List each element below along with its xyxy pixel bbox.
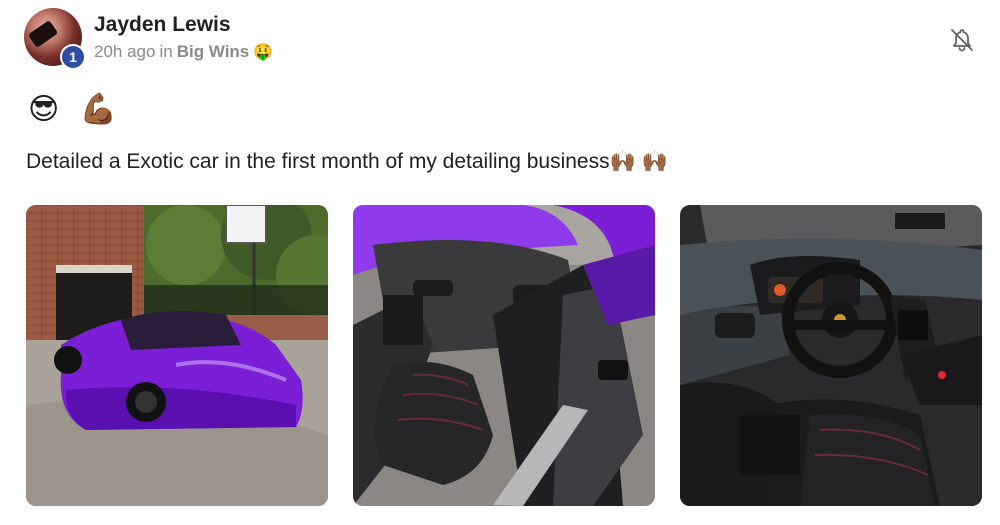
community-link[interactable]: Big Wins — [177, 42, 250, 62]
money-face-emoji: 🤑 — [253, 44, 274, 61]
post-time[interactable]: 20h ago — [94, 42, 155, 62]
emoji-line: 😎 💪🏾 — [28, 93, 123, 126]
photo-exterior[interactable] — [26, 205, 328, 506]
post-header: 1 Jayden Lewis 20h ago in Big Wins 🤑 — [24, 8, 273, 70]
author-avatar[interactable]: 1 — [24, 8, 86, 70]
post-subline: 20h ago in Big Wins 🤑 — [94, 42, 273, 62]
photo-driver-door-interior[interactable] — [353, 205, 655, 506]
bell-off-icon[interactable] — [948, 26, 976, 54]
author-name[interactable]: Jayden Lewis — [94, 12, 273, 38]
post-body-text: Detailed a Exotic car in the first month… — [26, 150, 610, 173]
level-badge: 1 — [60, 44, 86, 70]
post-body: Detailed a Exotic car in the first month… — [26, 150, 668, 174]
photo-gallery — [26, 205, 982, 506]
in-label: in — [159, 42, 173, 61]
post-card: 1 Jayden Lewis 20h ago in Big Wins 🤑 😎 💪… — [0, 0, 1000, 525]
post-meta: Jayden Lewis 20h ago in Big Wins 🤑 — [94, 8, 273, 62]
raised-hands-emojis: 🙌🏾 🙌🏾 — [609, 150, 668, 173]
photo-dashboard-interior[interactable] — [680, 205, 982, 506]
